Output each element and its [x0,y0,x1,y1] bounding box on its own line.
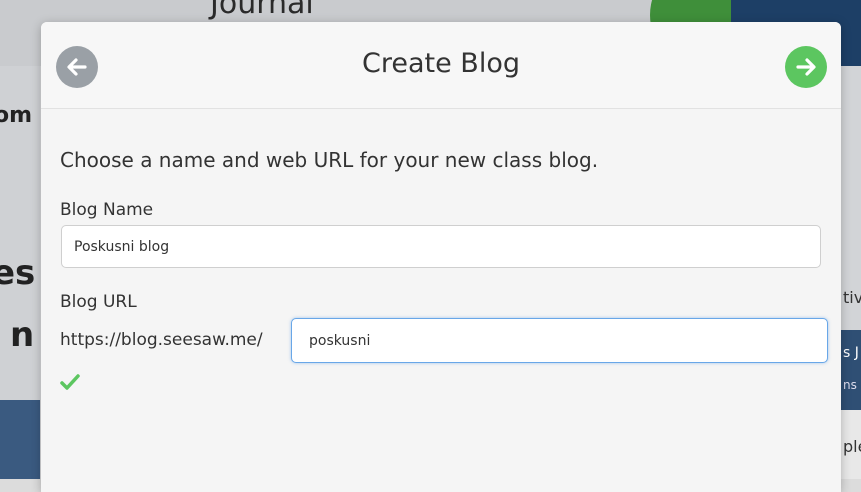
dialog-instructions: Choose a name and web URL for your new c… [60,148,599,172]
blog-name-label: Blog Name [60,200,154,220]
dialog-header: Create Blog [41,22,841,109]
arrow-right-icon [796,58,816,76]
dialog-title: Create Blog [362,48,520,79]
blog-url-prefix: https://blog.seesaw.me/ [60,330,263,350]
background-left-image [0,400,40,479]
background-text: n [10,315,35,355]
blog-url-label: Blog URL [60,292,137,312]
blog-url-input[interactable] [291,318,828,363]
background-text: om [0,103,33,128]
create-blog-dialog: Create Blog Choose a name and web URL fo… [41,22,841,492]
background-right-card [841,330,861,410]
background-text: ple [843,437,861,456]
background-journal-title: Journal [210,0,314,21]
background-text: s J [843,345,859,361]
checkmark-icon [60,374,80,390]
background-text: tiv [843,288,861,307]
url-valid-indicator [60,373,80,395]
next-button[interactable] [785,46,827,88]
blog-name-input[interactable] [61,225,821,268]
background-text: es [0,253,36,293]
background-text: ns [843,378,857,392]
